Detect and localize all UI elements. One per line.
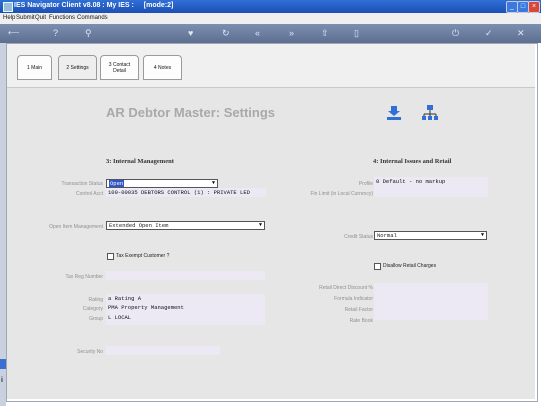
tax-reg-number-label: Tax Reg Number	[65, 274, 103, 280]
menu-quit[interactable]: Quit	[35, 15, 46, 21]
toolbar: ⟵ ? ⚲ ♥ ↻ « » ⇧ ▯ ⏻ ✓ ✕	[0, 24, 541, 43]
group-value: L LOCAL	[108, 314, 132, 321]
window-title-text: IES Navigator Client v8.08 : My IES :	[14, 2, 134, 9]
refresh-icon[interactable]: ↻	[222, 28, 230, 38]
profile-value: 0 Default - no markup	[374, 177, 488, 197]
security-no-label: Security No	[77, 349, 103, 355]
rate-book-label: Rate Book	[349, 318, 373, 324]
disallow-retail-checkbox[interactable]	[374, 263, 381, 270]
menu-commands[interactable]: Commands	[77, 15, 108, 21]
credit-status-select[interactable]: Normal ▼	[374, 231, 487, 240]
retail-factor-label: Retail Factor	[344, 307, 373, 313]
formula-indicator-label: Formula Indicator	[334, 296, 373, 302]
tax-reg-number-field[interactable]	[106, 271, 265, 280]
category-label: Category	[82, 306, 103, 312]
window-titlebar: IES Navigator Client v8.08 : My IES : [m…	[0, 0, 541, 13]
tab-main[interactable]: 1 Main	[17, 55, 52, 80]
section-internal-issues-heading: 4: Internal Issues and Retail	[373, 158, 452, 165]
window-title: IES Navigator Client v8.08 : My IES : [m…	[14, 2, 173, 9]
rating-value: a Rating A	[108, 295, 142, 302]
chevron-down-icon[interactable]: ▼	[257, 222, 264, 229]
transaction-status-value: Open	[109, 180, 125, 187]
disallow-retail-label: Disallow Retail Charges	[383, 263, 437, 269]
side-info-icon[interactable]: i	[1, 377, 3, 384]
transaction-status-select[interactable]: Open ▼	[106, 179, 218, 188]
heart-icon[interactable]: ♥	[188, 28, 193, 38]
download-icon[interactable]	[386, 105, 402, 121]
tab-notes-label: 4 Notes	[153, 64, 172, 71]
tab-notes[interactable]: 4 Notes	[143, 55, 182, 80]
tax-exempt-checkbox[interactable]	[107, 253, 114, 260]
retail-fields-block	[374, 283, 488, 320]
app-icon	[3, 2, 13, 12]
tab-contact-detail-label: 3 Contact Detail	[108, 61, 131, 74]
retail-direct-discount-label: Retail Direct Discount %	[319, 285, 373, 291]
first-record-icon[interactable]: «	[255, 28, 260, 38]
open-item-management-label: Open Item Management	[49, 224, 103, 230]
confirm-icon[interactable]: ✓	[485, 28, 493, 38]
transaction-status-label: Transaction Status	[61, 181, 103, 187]
menu-help[interactable]: Help	[3, 15, 15, 21]
category-value: PMA Property Management	[108, 304, 184, 311]
document-icon[interactable]: ▯	[354, 28, 359, 38]
tax-exempt-label: Tax Exempt Customer ?	[116, 253, 170, 259]
cancel-icon[interactable]: ✕	[517, 28, 525, 38]
credit-status-value: Normal	[377, 232, 397, 239]
rating-label: Rating	[88, 297, 103, 303]
tab-settings-label: 2 Settings	[66, 64, 89, 71]
power-icon[interactable]: ⏻	[452, 28, 459, 38]
upload-icon[interactable]: ⇧	[321, 28, 329, 38]
menu-functions[interactable]: Functions	[49, 15, 75, 21]
window-mode-text: [mode:2]	[143, 2, 174, 9]
search-icon[interactable]: ⚲	[85, 28, 92, 38]
org-chart-icon[interactable]	[421, 104, 439, 122]
group-label: Group	[89, 316, 103, 322]
section-internal-management-heading: 3: Internal Management	[106, 158, 174, 165]
tab-settings[interactable]: 2 Settings	[58, 55, 97, 80]
last-record-icon[interactable]: »	[289, 28, 294, 38]
control-acct-value: 100-00035 DEBTORS CONTROL (1) : PRIVATE …	[106, 188, 266, 197]
profile-label: Profile	[358, 181, 373, 187]
fin-limit-label: Fin Limit (in Local Currency)	[310, 191, 373, 197]
chevron-down-icon[interactable]: ▼	[210, 180, 217, 187]
page-title: AR Debtor Master: Settings	[106, 105, 276, 120]
open-item-management-select[interactable]: Extended Open Item ▼	[106, 221, 265, 230]
help-icon[interactable]: ?	[53, 28, 58, 38]
credit-status-label: Credit Status	[344, 234, 373, 240]
chevron-down-icon[interactable]: ▼	[479, 232, 486, 239]
tab-contact-detail[interactable]: 3 Contact Detail	[100, 55, 139, 80]
close-icon[interactable]: ×	[528, 1, 540, 13]
security-no-field[interactable]	[106, 346, 220, 355]
back-arrow-icon[interactable]: ⟵	[8, 28, 19, 38]
tab-main-label: 1 Main	[26, 64, 42, 71]
menu-submit[interactable]: Submit	[16, 15, 35, 21]
control-acct-label: Control Acct	[76, 191, 103, 197]
open-item-management-value: Extended Open Item	[109, 222, 169, 229]
